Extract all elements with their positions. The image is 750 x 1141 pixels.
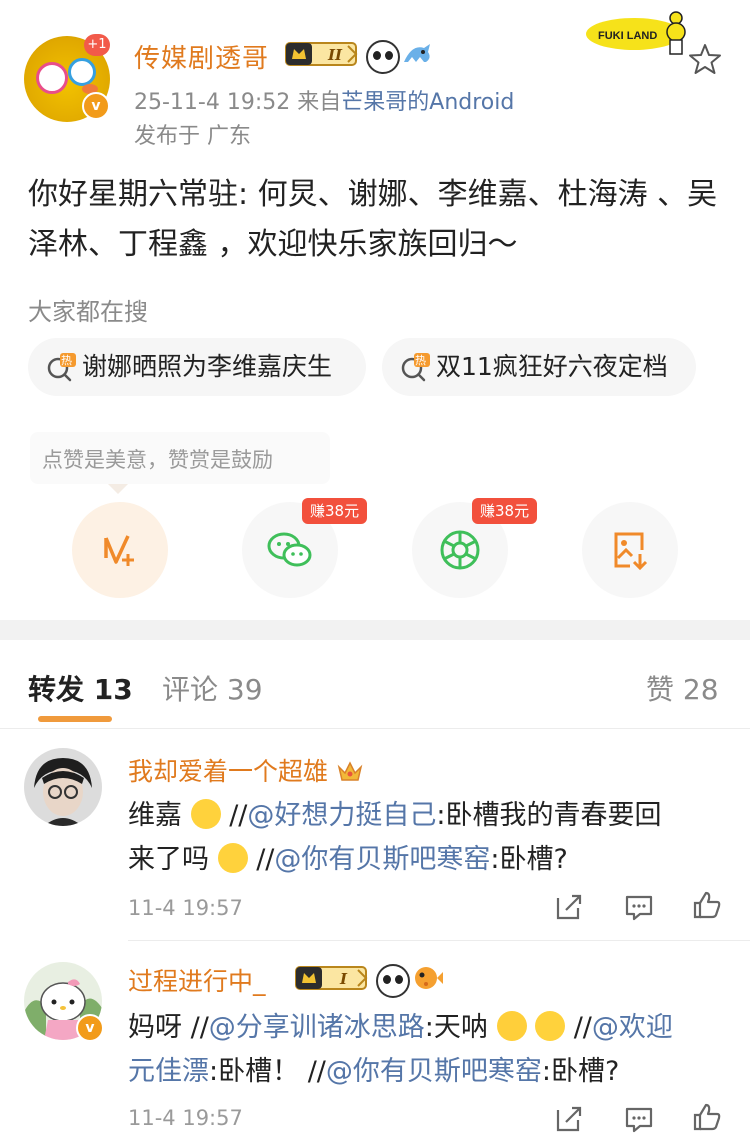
comment-text: 维嘉 //@好想力挺自己:卧槽我的青春要回 来了吗 //@你有贝斯吧寒窑:卧槽? bbox=[128, 799, 662, 875]
fuki-land-sticker: FUKI LAND bbox=[586, 11, 686, 55]
commenter-avatar[interactable] bbox=[24, 748, 102, 826]
tab-comments[interactable]: 评论 39 bbox=[162, 668, 263, 708]
commenter-name[interactable]: 过程进行中_ bbox=[128, 962, 266, 998]
mention-link-continued[interactable]: 元佳漂 bbox=[128, 1056, 209, 1087]
verified-badge-icon: v bbox=[82, 92, 110, 120]
pufferfish-icon bbox=[415, 967, 443, 989]
mention-link[interactable]: @分享训诸冰思路 bbox=[209, 1012, 425, 1043]
search-section-title: 大家都在搜 bbox=[28, 298, 148, 326]
crown-icon bbox=[337, 761, 363, 781]
active-tab-underline bbox=[38, 716, 112, 722]
section-divider bbox=[0, 620, 750, 640]
panda-icon bbox=[366, 40, 400, 74]
post-text: 你好星期六常驻: 何炅、谢娜、李维嘉、杜海涛 、吴泽林、丁程鑫 ，欢迎快乐家族回… bbox=[28, 177, 718, 262]
comment-icon[interactable] bbox=[624, 892, 654, 922]
commenter-name[interactable]: 我却爱着一个超雄 bbox=[128, 752, 364, 788]
post-location: 发布于 广东 bbox=[134, 124, 251, 149]
comment-text: 妈呀 //@分享训诸冰思路:天呐 //@欢迎 元佳漂:卧槽！ //@你有贝斯吧寒… bbox=[128, 1011, 673, 1087]
panda-icon bbox=[376, 964, 410, 998]
comment-icon[interactable] bbox=[624, 1104, 654, 1134]
vip-plus-icon bbox=[104, 535, 134, 566]
svg-text:热: 热 bbox=[61, 354, 72, 367]
mention-link[interactable]: @你有贝斯吧寒窑 bbox=[274, 844, 490, 875]
tab-likes[interactable]: 赞 28 bbox=[646, 668, 719, 708]
reward-button[interactable] bbox=[72, 502, 168, 598]
like-icon[interactable] bbox=[692, 1102, 722, 1132]
level-badge-icon: II bbox=[285, 42, 358, 66]
mention-link[interactable]: @你有贝斯吧寒窑 bbox=[326, 1056, 542, 1087]
wechat-icon bbox=[267, 532, 312, 567]
favorite-star-icon[interactable] bbox=[688, 42, 722, 76]
svg-text:I: I bbox=[339, 970, 348, 988]
svg-text:热: 热 bbox=[415, 354, 426, 367]
save-image-button[interactable] bbox=[582, 502, 678, 598]
save-image-icon bbox=[614, 532, 648, 571]
earn-badge: 赚38元 bbox=[472, 498, 538, 524]
source-prefix: 来自 bbox=[297, 90, 342, 115]
author-name[interactable]: 传媒剧透哥 bbox=[134, 38, 269, 75]
reward-tip-text: 点赞是美意，赞赏是鼓励 bbox=[42, 448, 273, 472]
hot-search-icon: 热 bbox=[47, 353, 76, 382]
tip-arrow bbox=[108, 484, 128, 494]
svg-text:II: II bbox=[327, 46, 343, 64]
repost-icon[interactable] bbox=[554, 892, 584, 922]
post-time: 25-11-4 19:52 bbox=[134, 90, 291, 115]
mention-link[interactable]: @好想力挺自己 bbox=[247, 800, 436, 831]
search-chip-label: 谢娜晒照为李维嘉庆生 bbox=[82, 352, 333, 381]
moments-icon bbox=[440, 530, 480, 570]
comment-time: 11-4 19:57 bbox=[128, 896, 243, 920]
avatar-plus-badge: +1 bbox=[84, 34, 110, 56]
post-source-link[interactable]: 芒果哥的Android bbox=[341, 90, 514, 115]
search-chip[interactable]: 热 双11疯狂好六夜定档 bbox=[382, 338, 696, 396]
hug-emoji-icon bbox=[190, 799, 221, 829]
like-icon[interactable] bbox=[692, 890, 722, 920]
svg-text:FUKI LAND: FUKI LAND bbox=[598, 30, 657, 42]
search-chip[interactable]: 热 谢娜晒照为李维嘉庆生 bbox=[28, 338, 366, 396]
level-badge-icon: I bbox=[295, 966, 368, 990]
repost-icon[interactable] bbox=[554, 1104, 584, 1134]
shark-icon bbox=[404, 44, 430, 62]
mention-link[interactable]: @欢迎 bbox=[592, 1012, 673, 1043]
crying-emoji-icon bbox=[496, 1011, 527, 1041]
tab-forward[interactable]: 转发 13 bbox=[28, 668, 133, 708]
comment-divider bbox=[128, 940, 750, 941]
hug-emoji-icon bbox=[535, 1011, 566, 1041]
hot-search-icon: 热 bbox=[401, 353, 430, 382]
search-chip-label: 双11疯狂好六夜定档 bbox=[436, 352, 668, 381]
tabs-divider bbox=[0, 728, 750, 729]
hug-emoji-icon bbox=[217, 843, 248, 873]
earn-badge: 赚38元 bbox=[302, 498, 368, 524]
post-meta: 25-11-4 19:52 来自芒果哥的Android bbox=[134, 84, 514, 116]
verified-badge-icon: v bbox=[76, 1014, 104, 1042]
comment-time: 11-4 19:57 bbox=[128, 1106, 243, 1130]
